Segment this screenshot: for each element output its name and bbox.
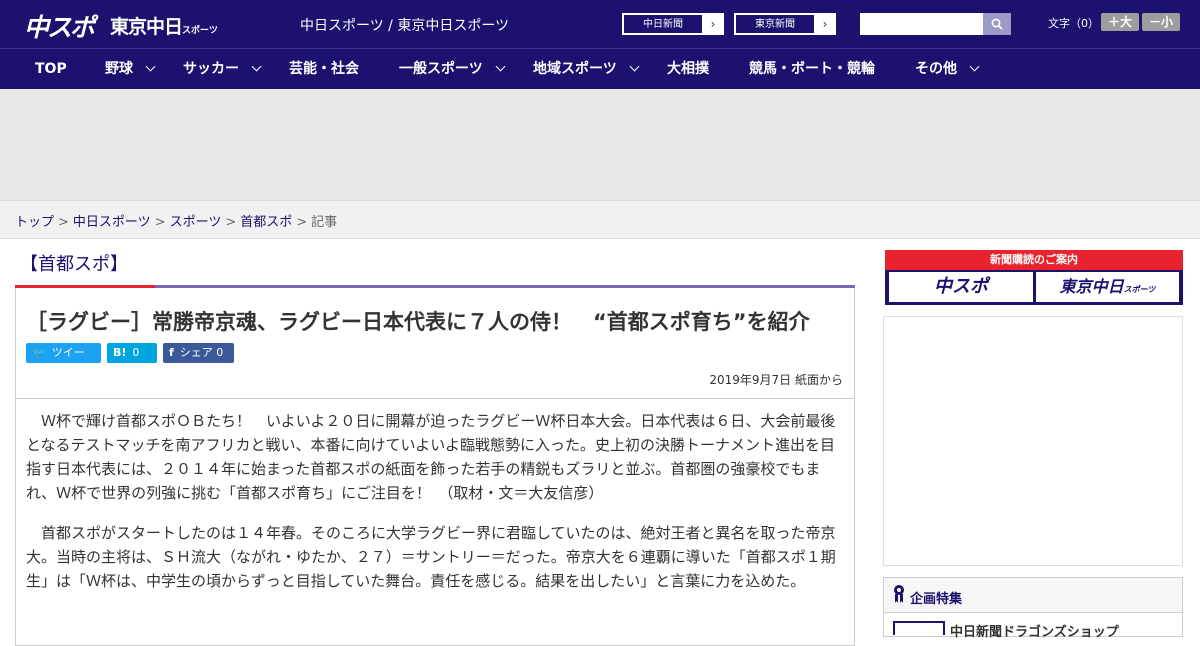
breadcrumb-separator: > [296,215,308,230]
article-date: 2019年9月7日 紙面から [709,373,843,387]
chevron-right-icon: › [815,14,835,34]
subscribe-chuspo-link[interactable]: 中スポ [889,272,1033,302]
chevron-right-icon: › [703,14,723,34]
section-title: 【首都スポ】 [20,254,128,275]
chunichi-shimbun-label: 中日新聞 [623,14,703,34]
ad-banner-area [0,89,1200,200]
breadcrumb-current: 記事 [311,215,338,230]
hatena-icon: B! [113,346,127,359]
article-top-accent [15,285,155,288]
chevron-down-icon [251,61,262,72]
sidebar-ad-slot [883,316,1183,566]
site-title: 中日スポーツ / 東京中日スポーツ [300,18,510,34]
breadcrumb-separator: > [58,215,69,230]
breadcrumb-link-chunichi-sports[interactable]: 中日スポーツ [73,215,151,230]
tokyo-logo-sub: スポーツ [182,26,218,36]
breadcrumb-link-sports[interactable]: スポーツ [170,215,222,230]
facebook-count: 0 [216,346,224,359]
breadcrumb-bar: トップ > 中日スポーツ > スポーツ > 首都スポ > 記事 [0,200,1200,239]
hatena-bookmark-button[interactable]: B! 0 [107,343,157,363]
site-header: 中スポ 東京中日スポーツ 中日スポーツ / 東京中日スポーツ 中日新聞 › 東京… [0,0,1200,48]
chevron-down-icon [969,61,980,72]
nav-label: 地域スポーツ [533,61,617,77]
breadcrumb-separator: > [154,215,166,230]
search-icon [991,18,1003,30]
hatena-count: 0 [132,346,140,359]
feature-title: 企画特集 [910,592,963,607]
nav-label: 芸能・社会 [289,61,359,77]
nav-item-top[interactable]: TOP [35,49,67,90]
nav-label: サッカー [183,61,239,77]
nav-label: 一般スポーツ [399,61,483,77]
article-paragraph: Ｗ杯で輝け首都スポＯＢたち！ いよいよ２０日に開幕が迫ったラグビーＷ杯日本大会。… [26,412,836,502]
nav-item-entertainment[interactable]: 芸能・社会 [289,49,359,90]
subscribe-tokyo-sub: スポーツ [1123,285,1156,294]
main-nav: TOP 野球 サッカー 芸能・社会 一般スポーツ 地域スポーツ 大相撲 競馬・ボ… [0,48,1200,89]
twitter-icon: 🐦 [32,346,46,359]
facebook-share-label: シェア [179,346,213,359]
nav-label: その他 [915,61,957,77]
nav-item-soccer[interactable]: サッカー [183,49,262,90]
nav-item-other[interactable]: その他 [915,49,980,90]
font-size-label: 文字（0） [1048,17,1099,30]
nav-label: 競馬・ボート・競輪 [749,61,875,77]
subscription-title: 新聞購読のご案内 [885,250,1183,270]
subscribe-tokyo-label: 東京中日 [1059,277,1124,296]
nav-item-baseball[interactable]: 野球 [105,49,156,90]
chuspo-logo[interactable]: 中スポ [24,8,95,44]
nav-label: 大相撲 [667,61,709,77]
nav-item-general-sports[interactable]: 一般スポーツ [399,49,506,90]
subscription-banner[interactable]: 新聞購読のご案内 中スポ 東京中日スポーツ [885,250,1183,305]
nav-item-racing[interactable]: 競馬・ボート・競輪 [749,49,875,90]
chunichi-shimbun-link[interactable]: 中日新聞 › [622,13,724,35]
breadcrumb-separator: > [225,215,237,230]
search-button[interactable] [983,13,1011,35]
article-headline: ［ラグビー］常勝帝京魂、ラグビー日本代表に７人の侍！ “首都スポ育ち”を紹介 [26,310,810,334]
ribbon-icon [894,585,904,603]
tokyo-logo-text: 東京中日 [110,16,183,38]
breadcrumb: トップ > 中日スポーツ > スポーツ > 首都スポ > 記事 [15,211,337,230]
search-input[interactable] [860,13,984,35]
font-size-increase-button[interactable]: ＋大 [1101,13,1139,31]
breadcrumb-link-shuto-spo[interactable]: 首都スポ [240,215,292,230]
chevron-down-icon [145,61,156,72]
tokyo-chunichi-logo[interactable]: 東京中日スポーツ [110,12,218,39]
twitter-share-button[interactable]: 🐦 ツイート [26,343,101,379]
nav-label: TOP [35,61,67,77]
article-paragraph: 首都スポがスタートしたのは１４年春。そのころに大学ラグビー界に君臨していたのは、… [26,524,836,590]
facebook-icon: f [169,346,174,359]
font-size-decrease-button[interactable]: －小 [1142,13,1180,31]
facebook-share-button[interactable]: f シェア 0 [163,343,234,363]
article-divider [16,398,854,399]
nav-item-regional-sports[interactable]: 地域スポーツ [533,49,640,90]
nav-label: 野球 [105,61,133,77]
subscribe-tokyo-chunichi-link[interactable]: 東京中日スポーツ [1036,272,1179,302]
chevron-down-icon [495,61,506,72]
feature-item-thumbnail [893,621,945,635]
feature-item-label[interactable]: 中日新聞ドラゴンズショップ [950,621,1119,640]
chevron-down-icon [629,61,640,72]
nav-item-sumo[interactable]: 大相撲 [667,49,709,90]
tokyo-shimbun-label: 東京新聞 [735,14,815,34]
breadcrumb-link-top[interactable]: トップ [15,215,54,230]
tokyo-shimbun-link[interactable]: 東京新聞 › [734,13,836,35]
